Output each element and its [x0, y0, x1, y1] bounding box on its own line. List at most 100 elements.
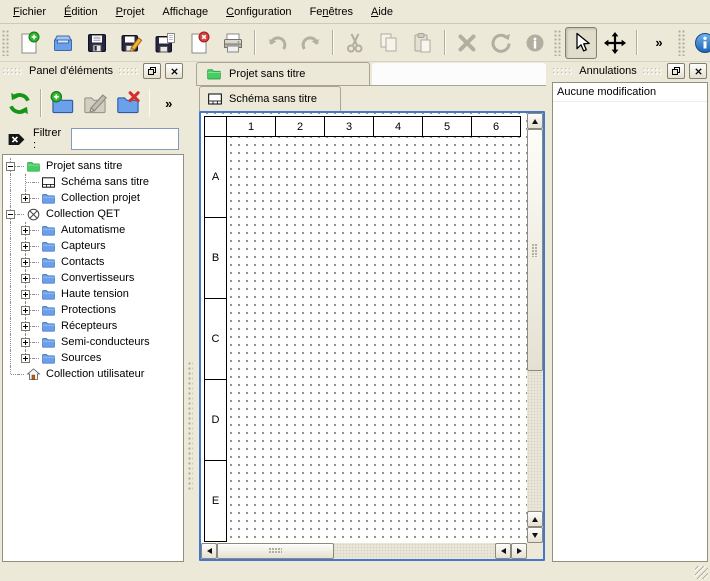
- elements-panel-title: Panel d'éléments: [27, 65, 115, 77]
- print-button[interactable]: [217, 27, 249, 59]
- menu-fichier[interactable]: Fichier: [4, 2, 55, 22]
- save-button[interactable]: [81, 27, 113, 59]
- scroll-down-button[interactable]: [527, 527, 543, 543]
- tree-item-convertisseurs[interactable]: Convertisseurs: [3, 270, 183, 286]
- tree-connector: [33, 318, 40, 334]
- save-as-button[interactable]: [115, 27, 147, 59]
- scroll-left-button[interactable]: [495, 543, 511, 559]
- new-category-button[interactable]: [48, 85, 77, 121]
- toolbar-drag-handle[interactable]: [2, 30, 9, 56]
- tree-item-contacts[interactable]: Contacts: [3, 254, 183, 270]
- tree-item-semi-conducteurs[interactable]: Semi-conducteurs: [3, 334, 183, 350]
- tree-item-label: Récepteurs: [61, 320, 117, 332]
- expand-icon[interactable]: [21, 306, 30, 315]
- menu-projet[interactable]: Projet: [107, 2, 154, 22]
- diagram-canvas[interactable]: 123456ABCDE: [201, 113, 527, 543]
- vertical-scrollbar[interactable]: [527, 113, 543, 543]
- menu-configuration[interactable]: Configuration: [217, 2, 300, 22]
- tree-item-automatisme[interactable]: Automatisme: [3, 222, 183, 238]
- mode-overflow-button[interactable]: »: [643, 27, 675, 59]
- float-panel-button[interactable]: [667, 63, 685, 79]
- diagram-view[interactable]: 123456ABCDE: [199, 111, 545, 561]
- tab-project-sans-titre[interactable]: Projet sans titre: [196, 62, 370, 85]
- expand-icon[interactable]: [21, 226, 30, 235]
- tree-item-recepteurs[interactable]: Récepteurs: [3, 318, 183, 334]
- menu-aide[interactable]: Aide: [362, 2, 402, 22]
- menu-fenetres[interactable]: Fenêtres: [301, 2, 362, 22]
- toolbar-drag-handle[interactable]: [554, 30, 561, 56]
- schema-icon: [207, 91, 223, 107]
- filter-input[interactable]: [71, 128, 179, 150]
- expand-icon[interactable]: [21, 290, 30, 299]
- close-document-button[interactable]: [183, 27, 215, 59]
- about-button[interactable]: [689, 27, 710, 59]
- scroll-up-button[interactable]: [527, 113, 543, 129]
- expand-icon[interactable]: [21, 258, 30, 267]
- element-infos-button[interactable]: [519, 27, 551, 59]
- delete-category-button[interactable]: [114, 85, 143, 121]
- new-document-button[interactable]: [13, 27, 45, 59]
- tree-item-label: Semi-conducteurs: [61, 336, 150, 348]
- dock-splitter[interactable]: [186, 62, 196, 562]
- paste-button[interactable]: [407, 27, 439, 59]
- pan-mode-button[interactable]: [599, 27, 631, 59]
- chevrons-icon: »: [165, 97, 172, 110]
- expand-icon[interactable]: [21, 338, 30, 347]
- expand-icon[interactable]: [21, 194, 30, 203]
- horizontal-scrollbar[interactable]: [201, 543, 527, 559]
- close-panel-button[interactable]: [165, 63, 183, 79]
- expand-icon[interactable]: [21, 274, 30, 283]
- expand-icon[interactable]: [21, 242, 30, 251]
- delete-button[interactable]: [451, 27, 483, 59]
- float-panel-button[interactable]: [143, 63, 161, 79]
- panel-overflow-button[interactable]: »: [156, 85, 181, 121]
- column-label: 2: [297, 121, 303, 133]
- tree-item-protections[interactable]: Protections: [3, 302, 183, 318]
- reload-collections-button[interactable]: [5, 85, 34, 121]
- tree-item-schema-sans-titre[interactable]: Schéma sans titre: [3, 174, 183, 190]
- undo-history-item[interactable]: Aucune modification: [553, 83, 707, 102]
- tree-branch: [18, 302, 33, 318]
- tree-item-sources[interactable]: Sources: [3, 350, 183, 366]
- save-all-button[interactable]: [149, 27, 181, 59]
- expand-icon[interactable]: [21, 322, 30, 331]
- tree-item-projet-sans-titre[interactable]: Projet sans titre: [3, 158, 183, 174]
- tree-item-haute-tension[interactable]: Haute tension: [3, 286, 183, 302]
- collapse-icon[interactable]: [6, 210, 15, 219]
- tab-schema-sans-titre[interactable]: Schéma sans titre: [199, 86, 341, 111]
- tree-item-collection-utilisateur[interactable]: Collection utilisateur: [3, 366, 183, 382]
- tree-item-collection-projet[interactable]: Collection projet: [3, 190, 183, 206]
- vertical-scroll-thumb[interactable]: [527, 129, 543, 371]
- tab-bar-empty-area: [372, 63, 546, 85]
- menu-edition[interactable]: Édition: [55, 2, 107, 22]
- tree-item-collection-qet[interactable]: Collection QET: [3, 206, 183, 222]
- column-header-2: 2: [275, 116, 325, 137]
- expand-icon[interactable]: [21, 354, 30, 363]
- redo-button[interactable]: [295, 27, 327, 59]
- restore-icon: [671, 66, 681, 76]
- scroll-right-button[interactable]: [511, 543, 527, 559]
- select-mode-button[interactable]: [565, 27, 597, 59]
- scroll-up-button[interactable]: [527, 511, 543, 527]
- tree-item-capteurs[interactable]: Capteurs: [3, 238, 183, 254]
- rotate-button[interactable]: [485, 27, 517, 59]
- tree-guide: [3, 190, 18, 206]
- cut-button[interactable]: [339, 27, 371, 59]
- folder-icon: [40, 335, 56, 350]
- window-resize-grip[interactable]: [695, 566, 708, 579]
- horizontal-scroll-thumb[interactable]: [217, 543, 334, 559]
- menu-affichage[interactable]: Affichage: [153, 2, 217, 22]
- collapse-icon[interactable]: [6, 162, 15, 171]
- application-window: { "menu": { "items": [ {"label": "Fichie…: [0, 0, 710, 581]
- undo-panel-titlebar[interactable]: Annulations: [550, 62, 710, 80]
- row-label: A: [212, 171, 219, 183]
- close-panel-button[interactable]: [689, 63, 707, 79]
- edit-category-button[interactable]: [81, 85, 110, 121]
- undo-button[interactable]: [261, 27, 293, 59]
- open-document-button[interactable]: [47, 27, 79, 59]
- scroll-left-button[interactable]: [201, 543, 217, 559]
- elements-panel-titlebar[interactable]: Panel d'éléments: [0, 62, 186, 80]
- copy-button[interactable]: [373, 27, 405, 59]
- toolbar-drag-handle[interactable]: [678, 30, 685, 56]
- clear-filter-icon[interactable]: [7, 130, 26, 149]
